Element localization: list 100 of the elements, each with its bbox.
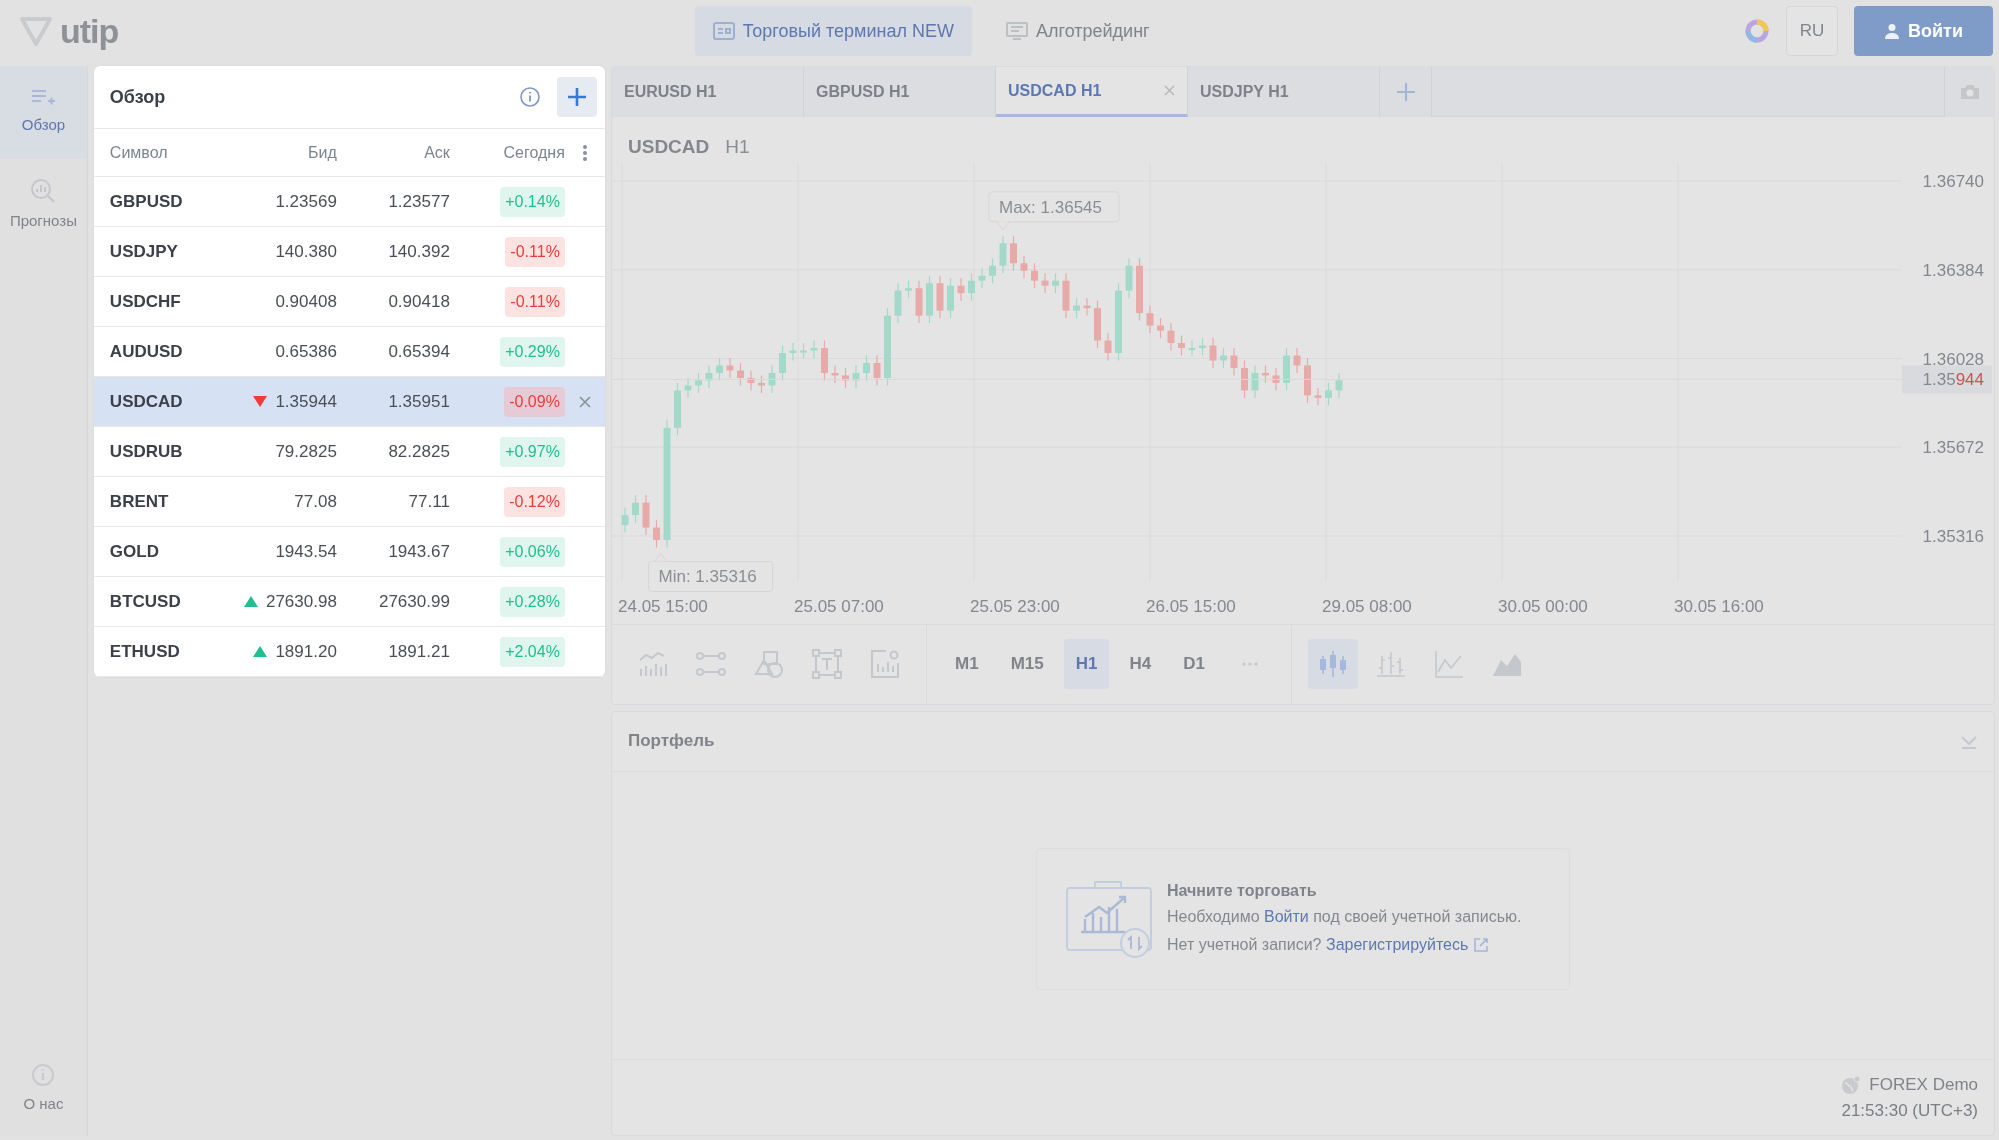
timeframe-button[interactable]: M15: [998, 639, 1056, 689]
nav-tab[interactable]: Алготрейдинг: [988, 6, 1168, 56]
timeframe-button[interactable]: H1: [1063, 639, 1110, 689]
timeframe-button[interactable]: H4: [1117, 639, 1164, 689]
time-label: 24.05 15:00: [618, 596, 708, 616]
ask-price: 1.23577: [387, 190, 450, 213]
candle: [1304, 356, 1311, 403]
chart-tab[interactable]: EURUSD H1: [612, 67, 804, 117]
candle: [789, 341, 797, 361]
time-label: 30.05 00:00: [1498, 596, 1588, 616]
candle: [989, 257, 996, 284]
watchlist-row[interactable]: GBPUSD 1.23569 1.23577 +0.14%: [93, 177, 605, 227]
bid-price: 79.2825: [275, 440, 337, 463]
watchlist-row[interactable]: USDJPY 140.380 140.392 -0.11%: [93, 227, 605, 277]
shapes-icon[interactable]: [753, 648, 785, 680]
chart-symbol: USDCAD: [628, 135, 710, 159]
watchlist-row[interactable]: BTCUSD 27630.98 27630.99 +0.28%: [93, 577, 605, 627]
candle: [1220, 346, 1227, 369]
change-badge: +0.28%: [500, 586, 565, 617]
language-button[interactable]: RU: [1786, 6, 1839, 56]
candle: [1283, 346, 1290, 391]
watchlist-row[interactable]: GOLD 1943.54 1943.67 +0.06%: [93, 527, 605, 577]
candle: [1188, 339, 1196, 356]
candle: [1073, 297, 1080, 319]
text-tool-icon[interactable]: [811, 648, 843, 680]
screenshot-button[interactable]: [1944, 67, 1994, 117]
line-chart-icon[interactable]: [1432, 648, 1465, 680]
timeframe-button[interactable]: M1: [943, 639, 991, 689]
time-label: 25.05 23:00: [970, 596, 1060, 616]
info-icon: [31, 1063, 56, 1088]
chart-tab[interactable]: GBPUSD H1: [804, 67, 996, 117]
sidebar-item[interactable]: Прогнозы: [0, 159, 87, 252]
candle: [1262, 364, 1269, 384]
ask-price: 1943.67: [387, 540, 450, 563]
candle: [1272, 366, 1280, 391]
candle: [957, 277, 965, 301]
time-label: 29.05 08:00: [1322, 596, 1412, 616]
watchlist-row[interactable]: USDCHF 0.90408 0.90418 -0.11%: [93, 277, 605, 327]
portfolio-chart-icon: [1065, 878, 1153, 959]
candle: [1199, 336, 1206, 356]
add-symbol-button[interactable]: [557, 77, 597, 117]
more-vertical-icon[interactable]: [581, 143, 588, 162]
candle: [632, 494, 639, 523]
candle: [716, 356, 723, 381]
bid-price: 77.08: [294, 490, 337, 513]
column-header: Сегодня: [502, 142, 565, 163]
about-item[interactable]: О нас: [0, 1043, 87, 1136]
bid-price: 1943.54: [275, 540, 337, 563]
info-icon[interactable]: [519, 86, 541, 108]
candle: [968, 272, 975, 301]
signup-link[interactable]: Зарегистрируйтесь: [1325, 935, 1469, 953]
bid-price: 140.380: [275, 240, 337, 263]
chart-settings-icon[interactable]: [869, 648, 901, 680]
candle: [1125, 257, 1133, 299]
time-label: 25.05 07:00: [794, 596, 884, 616]
candle: [1209, 336, 1217, 369]
add-tab-button[interactable]: [1380, 67, 1432, 117]
sidebar-item[interactable]: Обзор: [0, 66, 87, 159]
chart-tab[interactable]: USDJPY H1: [1188, 67, 1380, 117]
time-label: 30.05 16:00: [1674, 596, 1764, 616]
watchlist-row[interactable]: USDCAD 1.35944 1.35951 -0.09%: [93, 377, 605, 427]
symbol-text: AUDUSD: [109, 340, 184, 363]
external-link-icon[interactable]: [1472, 937, 1489, 954]
ask-price: 1.35951: [387, 390, 450, 413]
candle: [747, 369, 755, 391]
bid-price: 27630.98: [265, 590, 337, 613]
candle: [726, 356, 734, 379]
symbol-text: BTCUSD: [109, 590, 182, 613]
candle: [674, 381, 681, 436]
login-button[interactable]: Войти: [1854, 6, 1993, 56]
change-badge: +0.97%: [500, 436, 565, 467]
candle: [905, 279, 912, 299]
candle: [800, 341, 807, 359]
empty-state-title: Начните торговать: [1167, 881, 1318, 902]
chart-tab[interactable]: USDCAD H1: [996, 67, 1188, 117]
watchlist-row[interactable]: USDRUB 79.2825 82.2825 +0.97%: [93, 427, 605, 477]
candle: [621, 506, 629, 533]
max-price-tooltip: Max: 1.36545: [988, 190, 1120, 230]
close-icon[interactable]: [1164, 85, 1175, 96]
candle: [1020, 254, 1028, 279]
bid-price: 0.65386: [275, 340, 337, 363]
plus-icon: [566, 86, 588, 108]
candle: [705, 364, 713, 389]
watchlist-row[interactable]: BRENT 77.08 77.11 -0.12%: [93, 477, 605, 527]
plus-icon: [1395, 82, 1416, 102]
candle: [821, 339, 828, 381]
monitor-icon: [1006, 22, 1028, 40]
close-icon[interactable]: [578, 395, 591, 408]
timeframe-button[interactable]: D1: [1171, 639, 1217, 689]
signup-hint: Нет учетной записи? Зарегистрируйтесь: [1167, 930, 1522, 958]
globe-icon: [1841, 1074, 1862, 1095]
candle: [852, 364, 860, 389]
candle: [653, 518, 660, 548]
candle: [1083, 297, 1091, 316]
color-wheel-icon[interactable]: [1744, 18, 1771, 44]
more-icon: [1241, 662, 1258, 666]
login-link[interactable]: Войти: [1263, 908, 1309, 926]
watchlist-row[interactable]: ETHUSD 1891.20 1891.21 +2.04%: [93, 627, 605, 677]
candle: [737, 361, 744, 386]
nav-tab[interactable]: Торговый терминал NEW: [694, 6, 972, 56]
